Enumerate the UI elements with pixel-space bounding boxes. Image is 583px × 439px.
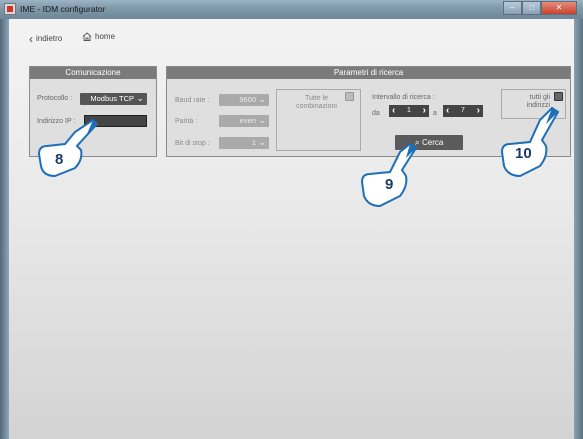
- protocol-select[interactable]: Modbus TCP ⌄: [80, 93, 147, 105]
- to-stepper[interactable]: ‹ 7 ›: [443, 105, 483, 117]
- range-label: Intervallo di ricerca :: [372, 94, 435, 101]
- increment-icon[interactable]: ›: [423, 105, 426, 116]
- baud-value: 9600: [239, 95, 256, 104]
- window-titlebar: IME - IDM configurator – □ ✕: [0, 0, 583, 19]
- parity-select[interactable]: even ⌄: [219, 115, 269, 127]
- increment-icon[interactable]: ›: [477, 105, 480, 116]
- maximize-button[interactable]: □: [522, 1, 541, 15]
- back-label: indietro: [36, 34, 63, 43]
- parity-value: even: [239, 116, 256, 125]
- all-combinations-checkbox[interactable]: [345, 92, 354, 101]
- minimize-button[interactable]: –: [503, 1, 522, 15]
- callout-number-9: 9: [385, 176, 394, 193]
- baud-select[interactable]: 9600 ⌄: [219, 94, 269, 106]
- stopbit-value: 1: [251, 138, 256, 147]
- close-button[interactable]: ✕: [541, 1, 577, 15]
- home-label: home: [95, 32, 116, 41]
- back-button[interactable]: ‹ indietro: [29, 32, 62, 46]
- chevron-down-icon: ⌄: [258, 115, 266, 125]
- from-stepper[interactable]: ‹ 1 ›: [389, 105, 429, 117]
- callout-number-8: 8: [55, 151, 64, 168]
- chevron-down-icon: ⌄: [258, 137, 266, 147]
- search-button-label: Cerca: [421, 138, 444, 147]
- callout-hand-10: [500, 106, 560, 178]
- callout-hand-8: [37, 118, 99, 178]
- home-icon: [82, 32, 92, 41]
- stopbit-select[interactable]: 1 ⌄: [219, 137, 269, 149]
- chevron-down-icon: ⌄: [258, 94, 266, 104]
- window-controls: – □ ✕: [503, 1, 577, 16]
- protocol-value: Modbus TCP: [90, 94, 134, 103]
- from-label: da: [372, 110, 380, 117]
- window-frame-left: [0, 19, 9, 439]
- chevron-left-icon: ‹: [29, 32, 33, 46]
- home-button[interactable]: home: [82, 32, 115, 41]
- window-frame-right: [574, 19, 583, 439]
- parity-label: Parità :: [175, 118, 198, 125]
- all-addresses-checkbox[interactable]: [554, 92, 563, 101]
- stopbit-label: Bit di stop :: [175, 140, 210, 147]
- nav-bar: ‹ indietro home: [9, 19, 574, 51]
- app-icon: [4, 3, 16, 15]
- callout-number-10: 10: [515, 145, 532, 162]
- protocol-label: Protocollo :: [37, 95, 73, 102]
- all-combinations-label: Tutte le combinazioni: [296, 95, 337, 110]
- callout-hand-9: [360, 142, 418, 208]
- comunicazione-title: Comunicazione: [30, 67, 156, 79]
- baud-label: Baud rate :: [175, 97, 210, 104]
- ricerca-title: Parametri di ricerca: [167, 67, 570, 79]
- window-title: IME - IDM configurator: [20, 4, 106, 14]
- to-label: a: [433, 110, 437, 117]
- chevron-down-icon: ⌄: [136, 93, 144, 103]
